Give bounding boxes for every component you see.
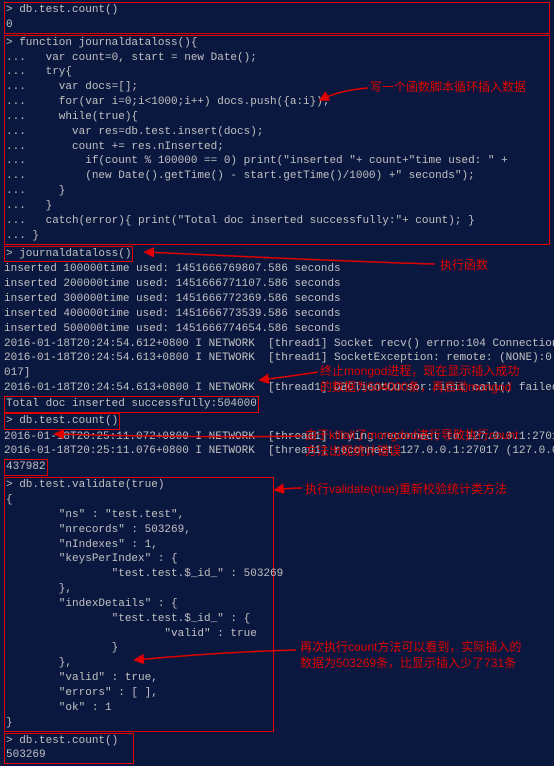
validate-line: }, [6,582,272,597]
output-line: inserted 200000time used: 1451666771107.… [4,277,550,292]
cmd-count-2[interactable]: > db.test.count() [6,415,118,427]
result-0: 0 [6,18,548,33]
validate-line: "nIndexes" : 1, [6,538,272,553]
func-line: ... while(true){ [6,110,548,125]
box-validate: > db.test.validate(true) { "ns" : "test.… [4,477,274,731]
validate-line: "valid" : true [6,627,272,642]
box-initial-count: > db.test.count() 0 [4,2,550,34]
cmd-call[interactable]: > journaldataloss() [6,248,131,260]
func-line: ... catch(error){ print("Total doc inser… [6,214,548,229]
annotation-6: 再次执行count方法可以看到，实际插入的 数据为503269条，比显示插入少了… [300,640,521,671]
func-line: ... (new Date().getTime() - start.getTim… [6,169,548,184]
annotation-1: 写一个函数脚本循环插入数据 [370,80,526,96]
box-function-def: > function journaldataloss(){ ... var co… [4,35,550,245]
annotation-2: 执行函数 [440,258,488,274]
box-wrong-count: 437982 [4,459,48,476]
func-line: ... } [6,229,548,244]
cmd-validate[interactable]: > db.test.validate(true) [6,478,272,493]
func-line[interactable]: > function journaldataloss(){ [6,36,548,51]
validate-line: } [6,716,272,731]
total-line: Total doc inserted successfully:504000 [6,398,257,410]
box-call: > journaldataloss() [4,246,133,263]
output-line: inserted 500000time used: 1451666774654.… [4,322,550,337]
validate-line: "errors" : [ ], [6,686,272,701]
func-line: ... } [6,184,548,199]
validate-line: "keysPerIndex" : { [6,552,272,567]
validate-line: }, [6,656,272,671]
box-final-count: > db.test.count() 503269 [4,733,134,765]
validate-line: "ok" : 1 [6,701,272,716]
validate-line: "nrecords" : 503269, [6,523,272,538]
func-line: ... } [6,199,548,214]
output-line: inserted 400000time used: 1451666773539.… [4,307,550,322]
func-line: ... try{ [6,65,548,80]
wrong-count: 437982 [6,461,46,473]
func-line: ... for(var i=0;i<1000;i++) docs.push({a… [6,95,548,110]
final-result: 503269 [6,748,132,763]
annotation-5: 执行validate(true)重新校验统计类方法 [305,482,507,498]
annotation-4: 由于killall了mongdod进行导致执行count 方法出现统计错误 [305,428,518,459]
func-line: ... count += res.nInserted; [6,140,548,155]
func-line: ... var count=0, start = new Date(); [6,51,548,66]
cmd-count-3[interactable]: > db.test.count() [6,734,132,749]
validate-line: { [6,493,272,508]
box-count-2: > db.test.count() [4,413,120,430]
cmd-count-1[interactable]: > db.test.count() [6,3,548,18]
func-line: ... var res=db.test.insert(docs); [6,125,548,140]
validate-line: "test.test.$_id_" : 503269 [6,567,272,582]
validate-line: } [6,641,272,656]
validate-line: "indexDetails" : { [6,597,272,612]
output-line: 2016-01-18T20:24:54.612+0800 I NETWORK [… [4,337,550,352]
output-line: inserted 300000time used: 1451666772369.… [4,292,550,307]
func-line: ... if(count % 100000 == 0) print("inser… [6,154,548,169]
annotation-3: 终止mongod进程，现在显示插入成功 的数据为504000条，再启动mongo… [320,364,519,395]
validate-line: "test.test.$_id_" : { [6,612,272,627]
box-total: Total doc inserted successfully:504000 [4,396,259,413]
validate-line: "ns" : "test.test", [6,508,272,523]
